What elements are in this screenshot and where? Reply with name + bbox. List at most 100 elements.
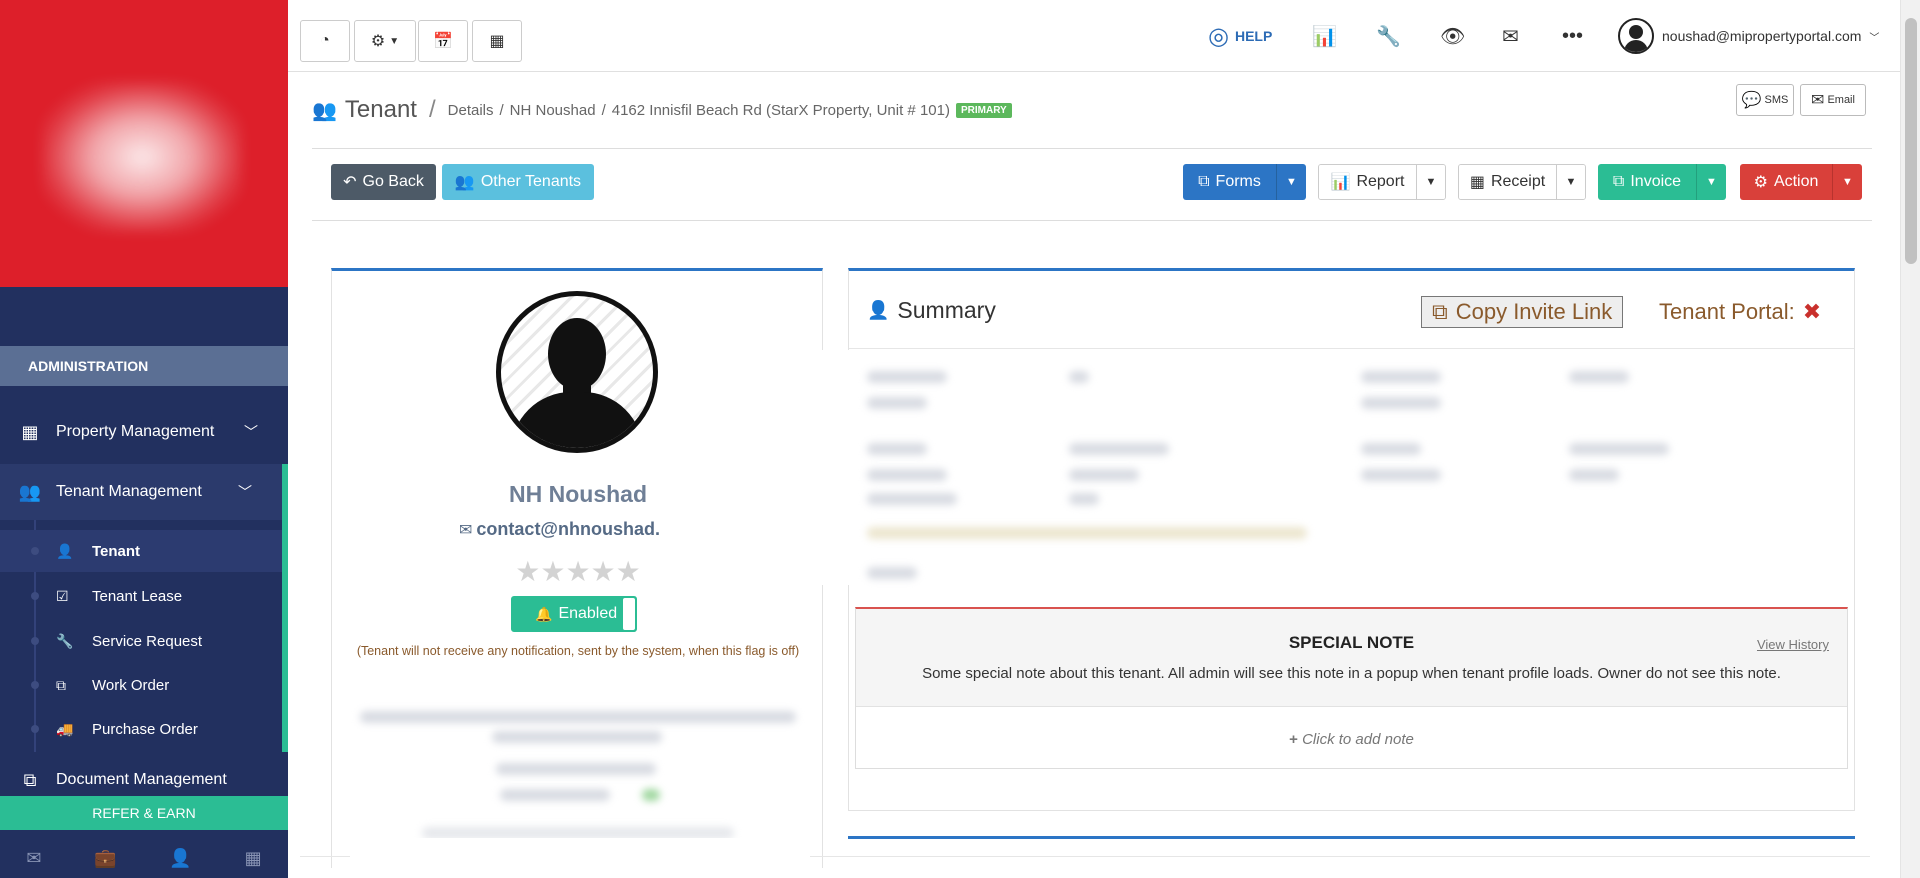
avatar-silhouette-body xyxy=(511,392,643,448)
building-icon: ▦ xyxy=(21,421,39,442)
sms-button[interactable]: 💬 SMS xyxy=(1736,84,1794,116)
breadcrumb-tenant[interactable]: NH Noushad xyxy=(510,102,596,119)
sidebar-subitem-tenant-lease[interactable]: ☑ Tenant Lease xyxy=(0,575,282,617)
blurred-text xyxy=(867,397,927,409)
messages-button[interactable]: ✉ xyxy=(1502,18,1519,54)
view-history-link[interactable]: View History xyxy=(1757,637,1829,652)
refer-earn-button[interactable]: REFER & EARN xyxy=(0,796,288,830)
users-icon: 👥 xyxy=(18,481,42,502)
blurred-text xyxy=(1569,371,1629,383)
sidebar-subitem-service-request[interactable]: 🔧 Service Request xyxy=(0,620,282,662)
caret-down-icon: ▼ xyxy=(1706,176,1717,188)
sidebar-item-tenant-management[interactable]: 👥 Tenant Management ﹀ xyxy=(0,464,288,520)
calculator-icon[interactable]: ▦ xyxy=(245,848,262,869)
receipt-button[interactable]: ▦ Receipt xyxy=(1459,165,1556,199)
qr-code-icon: ▦ xyxy=(1469,174,1485,191)
breadcrumb-separator: / xyxy=(499,101,504,119)
invoice-dropdown-toggle[interactable]: ▼ xyxy=(1696,164,1726,200)
more-button[interactable]: ••• xyxy=(1562,18,1583,54)
summary-header: 👤 Summary ⧉ Copy Invite Link Tenant Port… xyxy=(849,271,1854,349)
calculator-button[interactable]: ▦ xyxy=(472,20,522,62)
forms-dropdown-toggle[interactable]: ▼ xyxy=(1276,164,1306,200)
page-scrollbar[interactable] xyxy=(1900,0,1920,878)
breadcrumb-property[interactable]: 4162 Innisfil Beach Rd (StarX Property, … xyxy=(612,102,950,119)
blurred-text xyxy=(500,789,610,801)
gear-icon: ⚙ xyxy=(370,33,386,50)
special-note-panel: SPECIAL NOTE View History Some special n… xyxy=(855,607,1848,769)
sidebar-subitem-work-order[interactable]: ⧉ Work Order xyxy=(0,664,282,706)
action-dropdown-toggle[interactable]: ▼ xyxy=(1832,164,1862,200)
company-logo[interactable] xyxy=(0,0,288,287)
tenant-avatar[interactable] xyxy=(496,291,658,453)
user-icon: 👤 xyxy=(867,300,890,320)
briefcase-icon[interactable]: 💼 xyxy=(94,848,116,869)
copy-icon: ⧉ xyxy=(56,676,66,693)
calendar-icon: 📅 xyxy=(433,33,453,50)
other-tenants-button[interactable]: 👥 Other Tenants xyxy=(442,164,594,200)
sidebar-item-property-management[interactable]: ▦ Property Management ﹀ xyxy=(0,404,288,460)
calendar-button[interactable]: 📅 xyxy=(418,20,468,62)
sidebar-subitem-tenant[interactable]: 👤 Tenant xyxy=(0,530,282,572)
dashboard-button[interactable]: ◔ xyxy=(300,20,350,62)
report-dropdown-toggle[interactable]: ▼ xyxy=(1416,165,1445,199)
caret-down-icon: ▼ xyxy=(1425,176,1437,188)
settings-dropdown-button[interactable]: ⚙ ▼ xyxy=(354,20,416,62)
sidebar: ADMINISTRATION ▦ Property Management ﹀ 👥… xyxy=(0,0,288,878)
receipt-dropdown-toggle[interactable]: ▼ xyxy=(1556,165,1585,199)
blurred-text xyxy=(1069,371,1089,383)
blurred-text xyxy=(867,527,1307,539)
sidebar-subitem-label: Purchase Order xyxy=(92,720,198,738)
sidebar-item-label: Property Management xyxy=(56,423,215,440)
notification-toggle[interactable]: 🔔 Enabled xyxy=(511,596,637,632)
eye-icon: 👁 xyxy=(1440,25,1466,48)
tools-button[interactable]: 🔧 xyxy=(1376,18,1401,54)
forms-button[interactable]: ⧉ Forms xyxy=(1183,164,1276,200)
truck-icon: 🚚 xyxy=(56,720,74,737)
invoice-button[interactable]: ⧉ Invoice xyxy=(1598,164,1696,200)
caret-down-icon: ▼ xyxy=(1565,176,1577,188)
copy-icon: ⧉ xyxy=(1612,173,1625,190)
blurred-text xyxy=(867,371,947,383)
action-button[interactable]: ⚙ Action xyxy=(1740,164,1832,200)
email-button[interactable]: ✉ Email xyxy=(1800,84,1866,116)
help-link[interactable]: ◎ HELP xyxy=(1208,18,1272,54)
user-menu[interactable]: noushad@mipropertyportal.com ﹀ xyxy=(1618,18,1879,54)
breadcrumb-details[interactable]: Details xyxy=(448,102,494,119)
report-button[interactable]: 📊 Report xyxy=(1319,165,1416,199)
scrollbar-thumb[interactable] xyxy=(1905,18,1917,264)
user-icon[interactable]: 👤 xyxy=(169,848,191,869)
other-tenants-label: Other Tenants xyxy=(480,173,582,190)
invoice-label: Invoice xyxy=(1630,173,1682,190)
bullet-dot xyxy=(31,681,39,689)
forms-split-button: ⧉ Forms ▼ xyxy=(1183,164,1306,200)
primary-badge: PRIMARY xyxy=(955,102,1012,118)
bullet-dot xyxy=(31,637,39,645)
dashboard-icon: ◔ xyxy=(320,32,330,49)
mail-icon[interactable]: ✉ xyxy=(26,848,41,869)
overlay-region xyxy=(660,350,850,585)
reports-chart-button[interactable]: 📊 xyxy=(1312,18,1337,54)
gear-icon: ⚙ xyxy=(1753,174,1768,191)
receipt-label: Receipt xyxy=(1490,173,1546,190)
speech-bubble-icon: 💬 xyxy=(1741,92,1762,109)
sidebar-subitem-label: Tenant Lease xyxy=(92,587,183,605)
blurred-text xyxy=(867,469,947,481)
copy-icon: ⧉ xyxy=(1198,173,1210,190)
copy-invite-link-button[interactable]: ⧉ Copy Invite Link xyxy=(1421,296,1624,328)
breadcrumb-separator: / xyxy=(601,101,606,119)
view-button[interactable]: 👁 xyxy=(1440,18,1465,54)
tenant-management-submenu: 👤 Tenant ☑ Tenant Lease 🔧 Service Reques… xyxy=(0,520,288,752)
plus-icon: + xyxy=(1289,731,1298,748)
breadcrumb-separator: / xyxy=(428,96,436,123)
blurred-text xyxy=(1361,371,1441,383)
toggle-knob xyxy=(623,598,635,630)
forms-label: Forms xyxy=(1215,173,1261,190)
close-icon[interactable]: ✖ xyxy=(1803,299,1821,325)
tenant-portal-status: Tenant Portal: ✖ xyxy=(1659,299,1821,325)
copy-icon: ⧉ xyxy=(1432,299,1448,324)
invoice-split-button: ⧉ Invoice ▼ xyxy=(1598,164,1726,200)
go-back-button[interactable]: ↶ Go Back xyxy=(331,164,436,200)
special-note-header: SPECIAL NOTE View History Some special n… xyxy=(856,609,1847,707)
sidebar-subitem-purchase-order[interactable]: 🚚 Purchase Order xyxy=(0,708,282,750)
add-note-button[interactable]: + Click to add note xyxy=(856,731,1847,748)
